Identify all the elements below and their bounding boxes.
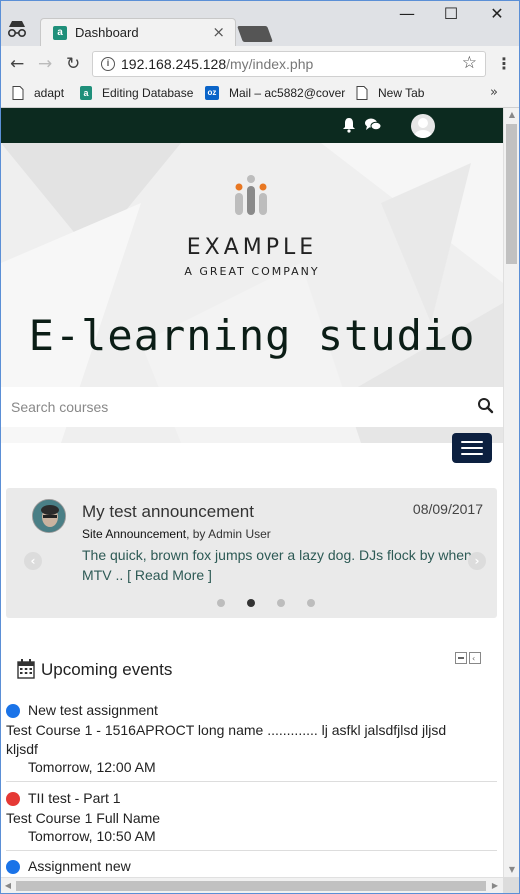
event-course[interactable]: Test Course 1 Full Name bbox=[6, 809, 476, 828]
hamburger-line bbox=[461, 447, 483, 449]
scroll-down-icon[interactable]: ▼ bbox=[504, 863, 520, 877]
scroll-up-icon[interactable]: ▲ bbox=[504, 108, 520, 122]
carousel-prev-button[interactable]: ‹ bbox=[24, 552, 42, 570]
vertical-scrollbar[interactable]: ▲ ▼ bbox=[503, 108, 519, 877]
bookmark-label: New Tab bbox=[378, 86, 425, 100]
carousel-dot-active[interactable] bbox=[247, 599, 255, 607]
site-navbar bbox=[1, 108, 503, 143]
scroll-right-icon[interactable]: ▶ bbox=[488, 878, 502, 894]
course-search bbox=[1, 387, 503, 427]
bookmark-label: adapt bbox=[34, 86, 65, 100]
announcement-forum[interactable]: Site Announcement bbox=[82, 527, 186, 541]
event-name[interactable]: TII test - Part 1 bbox=[28, 790, 121, 806]
logo-tagline: A GREAT COMPANY bbox=[184, 265, 320, 278]
assignment-icon bbox=[6, 704, 20, 718]
dock-block-icon[interactable]: ‹ bbox=[469, 652, 481, 664]
scrollbar-corner bbox=[503, 877, 519, 893]
announcement-meta: Site Announcement, by Admin User bbox=[82, 527, 271, 541]
hamburger-line bbox=[461, 441, 483, 443]
bookmark-label: Editing Database bbox=[102, 86, 194, 100]
browser-toolbar: ← → ↻ i 192.168.245.128/my/index.php ☆ ⋮ bbox=[0, 46, 520, 82]
more-bookmarks-button[interactable]: » bbox=[490, 85, 498, 100]
event-name[interactable]: New test assignment bbox=[28, 702, 158, 718]
carousel-next-button[interactable]: › bbox=[468, 552, 486, 570]
vertical-scroll-thumb[interactable] bbox=[506, 124, 517, 264]
divider bbox=[6, 850, 497, 851]
minimize-button[interactable]: — bbox=[392, 4, 422, 26]
tab-title: Dashboard bbox=[75, 25, 139, 40]
collapse-block-icon[interactable] bbox=[455, 652, 467, 664]
page-viewport: EXAMPLE A GREAT COMPANY E-learning studi… bbox=[1, 108, 503, 877]
bookmark-new-tab[interactable]: New Tab bbox=[356, 86, 424, 100]
url-host: 192.168.245.128 bbox=[121, 56, 227, 72]
page-icon bbox=[12, 86, 24, 100]
event-course[interactable]: Test Course 1 - 1516APROCT long name ...… bbox=[6, 721, 476, 759]
url-path: /my/index.php bbox=[226, 56, 314, 72]
info-icon[interactable]: i bbox=[101, 57, 115, 71]
calendar-icon bbox=[17, 659, 35, 679]
announcement-title[interactable]: My test announcement bbox=[82, 502, 254, 522]
divider bbox=[6, 781, 497, 782]
moodle-icon: a bbox=[80, 86, 92, 100]
user-silhouette-icon bbox=[414, 118, 432, 138]
event-item: New test assignment Test Course 1 - 1516… bbox=[6, 702, 497, 782]
horizontal-scrollbar[interactable]: ◀ ▶ bbox=[0, 877, 503, 893]
back-button[interactable]: ← bbox=[10, 54, 24, 74]
author-photo bbox=[33, 500, 65, 532]
upcoming-events-heading: Upcoming events bbox=[41, 660, 173, 679]
read-more-link[interactable]: [ Read More ] bbox=[127, 567, 212, 583]
address-url: 192.168.245.128/my/index.php bbox=[121, 56, 313, 72]
bookmark-label: Mail – ac5882@cover bbox=[229, 86, 346, 100]
bookmark-adapt[interactable]: adapt bbox=[12, 86, 64, 100]
search-input[interactable] bbox=[1, 387, 471, 427]
address-bar[interactable]: i 192.168.245.128/my/index.php ☆ bbox=[92, 51, 486, 77]
browser-tab[interactable]: a Dashboard × bbox=[40, 18, 236, 46]
scroll-left-icon[interactable]: ◀ bbox=[1, 878, 15, 894]
hamburger-line bbox=[461, 453, 483, 455]
close-window-button[interactable]: ✕ bbox=[482, 4, 512, 26]
announcement-body: The quick, brown fox jumps over a lazy d… bbox=[82, 545, 482, 585]
bookmark-mail[interactable]: oz Mail – ac5882@cover bbox=[205, 86, 345, 100]
logo-name: EXAMPLE bbox=[186, 235, 318, 260]
company-logo-icon bbox=[235, 175, 267, 215]
event-item: TII test - Part 1 Test Course 1 Full Nam… bbox=[6, 790, 497, 850]
assignment-icon bbox=[6, 860, 20, 874]
bookmark-editing-database[interactable]: a Editing Database bbox=[80, 86, 193, 100]
carousel-dot[interactable] bbox=[217, 599, 225, 607]
page-icon bbox=[356, 86, 368, 100]
tab-close-icon[interactable]: × bbox=[212, 23, 225, 41]
announcement-date: 08/09/2017 bbox=[412, 501, 483, 517]
browser-titlebar: a Dashboard × — ☐ ✕ bbox=[0, 0, 520, 46]
carousel-dot[interactable] bbox=[307, 599, 315, 607]
bookmarks-bar: adapt a Editing Database oz Mail – ac588… bbox=[0, 82, 520, 108]
announcement-author-avatar[interactable] bbox=[32, 499, 66, 533]
moodle-favicon-icon: a bbox=[53, 26, 67, 40]
event-name[interactable]: Assignment new bbox=[28, 858, 131, 874]
event-time[interactable]: Tomorrow, 10:50 AM bbox=[28, 828, 156, 844]
event-item: Assignment new bbox=[6, 858, 497, 877]
incognito-icon bbox=[7, 21, 27, 38]
bookmark-star-icon[interactable]: ☆ bbox=[462, 53, 477, 73]
event-time[interactable]: Tomorrow, 12:00 AM bbox=[28, 759, 156, 775]
turnitin-icon bbox=[6, 792, 20, 806]
browser-menu-button[interactable]: ⋮ bbox=[496, 54, 512, 73]
notifications-bell-icon[interactable] bbox=[342, 117, 356, 133]
outlook-icon: oz bbox=[205, 86, 219, 100]
messages-icon[interactable] bbox=[365, 118, 381, 132]
announcement-author: , by Admin User bbox=[186, 527, 271, 541]
new-tab-button[interactable] bbox=[237, 26, 273, 42]
forward-button[interactable]: → bbox=[38, 54, 52, 74]
horizontal-scroll-thumb[interactable] bbox=[16, 881, 486, 891]
search-icon[interactable] bbox=[475, 395, 497, 417]
reload-button[interactable]: ↻ bbox=[66, 54, 80, 74]
carousel-dot[interactable] bbox=[277, 599, 285, 607]
maximize-button[interactable]: ☐ bbox=[436, 4, 466, 26]
site-title: E-learning studio bbox=[28, 311, 476, 360]
user-avatar[interactable] bbox=[411, 114, 435, 138]
nav-menu-button[interactable] bbox=[452, 433, 492, 463]
announcement-carousel: My test announcement 08/09/2017 Site Ann… bbox=[6, 488, 497, 618]
